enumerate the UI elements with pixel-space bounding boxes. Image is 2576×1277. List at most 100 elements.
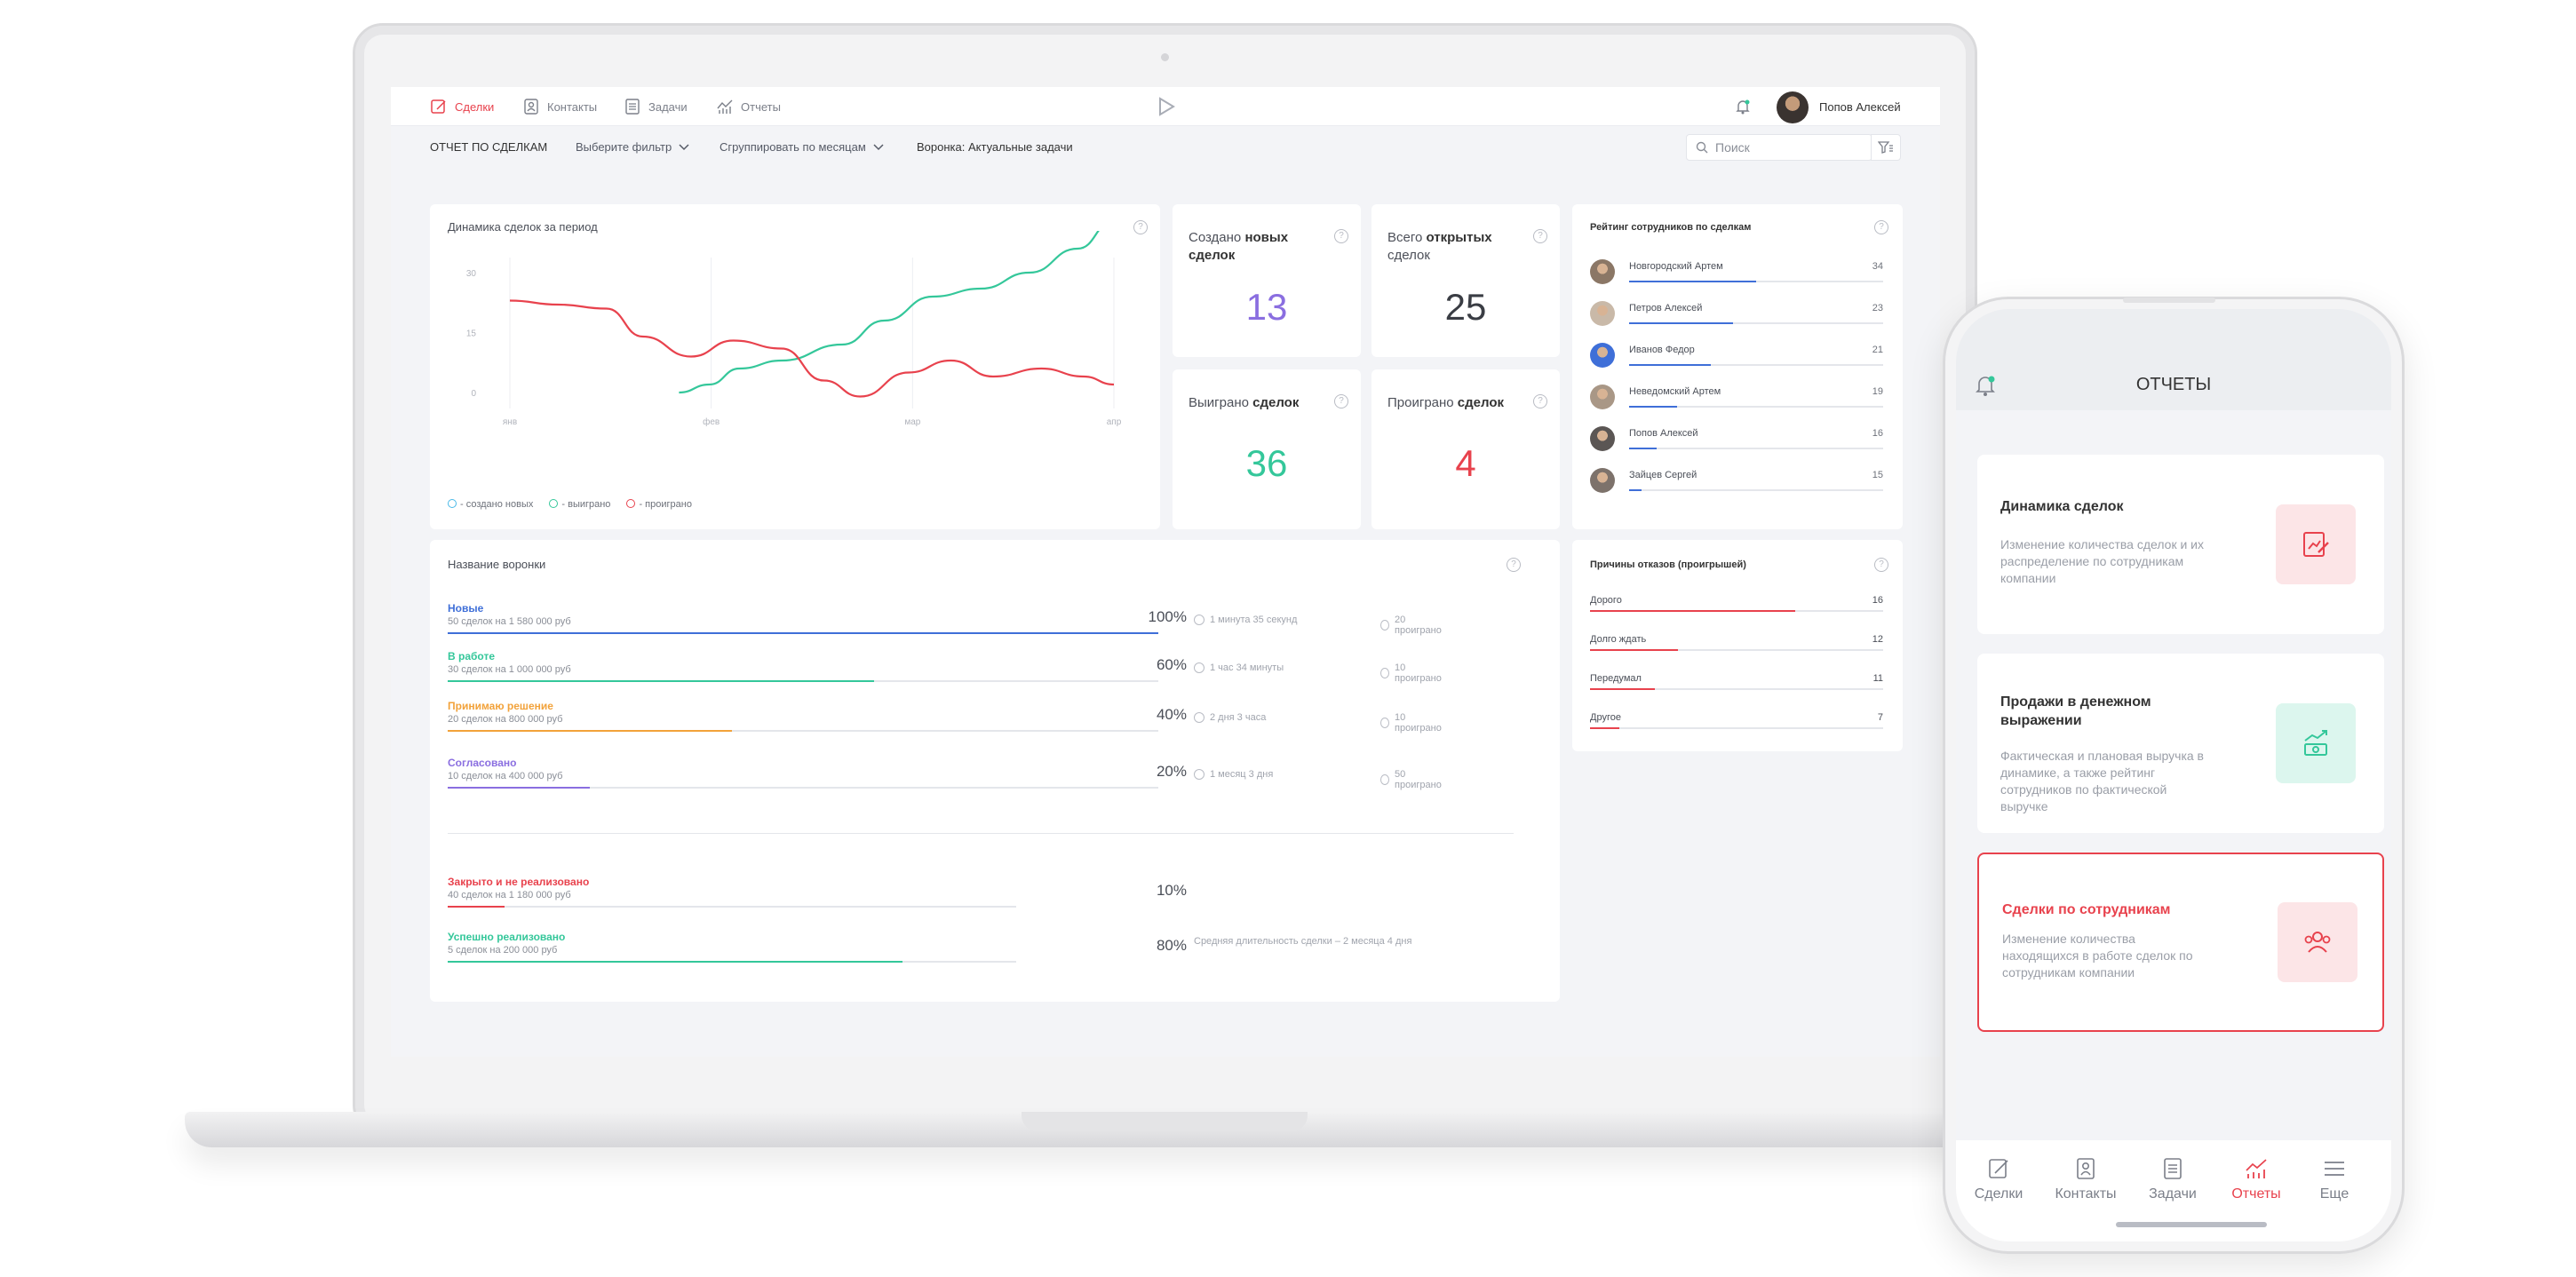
- help-icon[interactable]: ?: [1874, 558, 1888, 572]
- funnel-result-bar: [448, 906, 1016, 908]
- y-tick-label: 15: [466, 329, 477, 339]
- x-tick-label: апр: [1107, 417, 1122, 427]
- nav-item-contacts[interactable]: Контакты: [522, 98, 597, 115]
- reason-bar-fill: [1590, 688, 1655, 690]
- rating-row[interactable]: Иванов Федор 21: [1590, 339, 1883, 380]
- tab-contacts-label: Контакты: [2055, 1186, 2117, 1202]
- funnel-stage-name: Согласовано: [448, 757, 517, 769]
- stat-card-lost[interactable]: Проиграно сделок ? 4: [1371, 369, 1560, 529]
- stat-label-open-pre: Всего: [1387, 230, 1427, 245]
- nav-item-reports[interactable]: Отчеты: [716, 98, 781, 115]
- funnel-stage-duration: 2 дня 3 часа: [1194, 712, 1266, 723]
- help-icon[interactable]: ?: [1874, 220, 1888, 234]
- funnel-stage-row[interactable]: Принимаю решение 20 сделок на 800 000 ру…: [448, 700, 1442, 744]
- search-input[interactable]: Поиск: [1686, 134, 1872, 161]
- filter-settings-button[interactable]: [1871, 134, 1901, 161]
- stat-card-won[interactable]: Выиграно сделок ? 36: [1173, 369, 1361, 529]
- group-dropdown[interactable]: Сгруппировать по месяцам: [720, 140, 884, 154]
- help-icon[interactable]: ?: [1507, 558, 1521, 572]
- clock-icon: [1194, 769, 1205, 780]
- rating-bar: [1629, 489, 1883, 491]
- nav-label-contacts: Контакты: [547, 99, 598, 114]
- reason-value: 12: [1872, 634, 1883, 645]
- rating-row[interactable]: Зайцев Сергей 15: [1590, 464, 1883, 505]
- stat-label-won: Выиграно сделок: [1189, 394, 1322, 412]
- rating-row[interactable]: Попов Алексей 16: [1590, 423, 1883, 464]
- funnel-stage-name: В работе: [448, 650, 495, 662]
- reason-row[interactable]: Передумал 11: [1590, 673, 1883, 709]
- legend-lost-label: - проиграно: [639, 499, 692, 510]
- y-tick-label: 30: [466, 269, 477, 279]
- funnel-stage-lost-text: 20 проиграно: [1395, 615, 1442, 636]
- rating-row[interactable]: Неведомский Артем 19: [1590, 381, 1883, 422]
- report-toolbar: ОТЧЕТ ПО СДЕЛКАМ Выберите фильтр Сгруппи…: [391, 126, 1940, 167]
- tab-reports[interactable]: Отчеты: [2214, 1156, 2299, 1202]
- desktop-app: Сделки Контакты Задачи Отчеты Попов Алек…: [391, 87, 1940, 1057]
- stat-card-created[interactable]: Создано новых сделок ? 13: [1173, 204, 1361, 357]
- funnel-stage-lost-text: 50 проиграно: [1395, 769, 1442, 790]
- funnel-stage-duration-text: 1 минута 35 секунд: [1210, 615, 1298, 625]
- rating-name: Зайцев Сергей: [1629, 470, 1697, 480]
- legend-created: - создано новых: [448, 499, 533, 510]
- funnel-result-percent: 10%: [1156, 882, 1187, 899]
- funnel-selector[interactable]: Воронка: Актуальные задачи: [917, 140, 1073, 154]
- funnel-stage-summary: 30 сделок на 1 000 000 руб: [448, 664, 571, 675]
- tab-reports-label: Отчеты: [2231, 1186, 2281, 1202]
- rating-row[interactable]: Новгородский Артем 34: [1590, 256, 1883, 297]
- user-name[interactable]: Попов Алексей: [1819, 100, 1901, 114]
- user-avatar[interactable]: [1777, 91, 1809, 123]
- funnel-stage-duration-text: 1 месяц 3 дня: [1210, 769, 1274, 780]
- report-card-sales-money[interactable]: Продажи в денежном выражении Фактическая…: [1977, 654, 2384, 833]
- funnel-stage-bar: [448, 730, 1158, 732]
- tab-more[interactable]: Еще: [2292, 1156, 2377, 1202]
- help-icon[interactable]: ?: [1334, 394, 1348, 408]
- report-card-deals-by-employee[interactable]: Сделки по сотрудникам Изменение количест…: [1977, 853, 2384, 1032]
- report-card-desc: Изменение количества сделок и их распред…: [2000, 537, 2204, 585]
- reason-row[interactable]: Дорого 16: [1590, 595, 1883, 631]
- funnel-result-summary: 5 сделок на 200 000 руб: [448, 945, 558, 956]
- funnel-stage-bar: [448, 787, 1158, 789]
- x-tick-label: янв: [503, 417, 517, 427]
- report-card-title: Продажи в денежном выражении: [2000, 694, 2151, 728]
- nav-item-tasks[interactable]: Задачи: [624, 98, 688, 115]
- tab-deals[interactable]: Сделки: [1956, 1156, 2041, 1202]
- stat-card-open[interactable]: Всего открытых сделок ? 25: [1371, 204, 1560, 357]
- avatar: [1590, 426, 1615, 451]
- help-icon[interactable]: ?: [1334, 229, 1348, 243]
- funnel-result-percent: 80%: [1156, 937, 1187, 954]
- reason-bar-fill: [1590, 727, 1619, 729]
- nav-item-deals[interactable]: Сделки: [430, 98, 494, 115]
- funnel-divider: [448, 833, 1514, 834]
- funnel-stage-row[interactable]: Новые 50 сделок на 1 580 000 руб 100% 1 …: [448, 602, 1442, 646]
- help-icon[interactable]: ?: [1533, 394, 1547, 408]
- avatar: [1590, 343, 1615, 368]
- funnel-result-bar: [448, 961, 1016, 963]
- y-tick-label: 0: [471, 389, 476, 399]
- report-card-deal-dynamics[interactable]: Динамика сделок Изменение количества сде…: [1977, 455, 2384, 634]
- search-placeholder: Поиск: [1715, 140, 1750, 155]
- reason-bar: [1590, 649, 1883, 651]
- stat-label-created: Создано новых сделок: [1189, 229, 1322, 265]
- funnel-stage-duration-text: 2 дня 3 часа: [1210, 712, 1267, 723]
- notification-bell-icon[interactable]: [1734, 98, 1752, 115]
- mobile-title: ОТЧЕТЫ: [2135, 375, 2212, 394]
- tab-contacts[interactable]: Контакты: [2043, 1156, 2128, 1202]
- help-icon[interactable]: ?: [1533, 229, 1547, 243]
- funnel-result-row[interactable]: Закрыто и не реализовано 40 сделок на 1 …: [448, 876, 1425, 920]
- rating-row[interactable]: Петров Алексей 23: [1590, 297, 1883, 338]
- laptop-notch: [1022, 1112, 1308, 1131]
- chevron-down-icon: [873, 143, 884, 150]
- funnel-stage-row[interactable]: Согласовано 10 сделок на 400 000 руб 20%…: [448, 757, 1442, 801]
- phone-speaker: [2123, 297, 2215, 303]
- stat-label-lost: Проиграно сделок: [1387, 394, 1521, 412]
- reason-row[interactable]: Другое 7: [1590, 712, 1883, 748]
- lost-icon: [1380, 774, 1390, 785]
- funnel-stage-row[interactable]: В работе 30 сделок на 1 000 000 руб 60% …: [448, 650, 1442, 694]
- filter-dropdown[interactable]: Выберите фильтр: [576, 140, 689, 154]
- funnel-stage-lost: 50 проиграно: [1380, 769, 1443, 790]
- funnel-stage-lost: 20 проиграно: [1380, 615, 1443, 636]
- reason-row[interactable]: Долго ждать 12: [1590, 634, 1883, 670]
- series-line: [509, 299, 1115, 398]
- tab-tasks[interactable]: Задачи: [2130, 1156, 2215, 1202]
- funnel-stage-bar: [448, 680, 1158, 682]
